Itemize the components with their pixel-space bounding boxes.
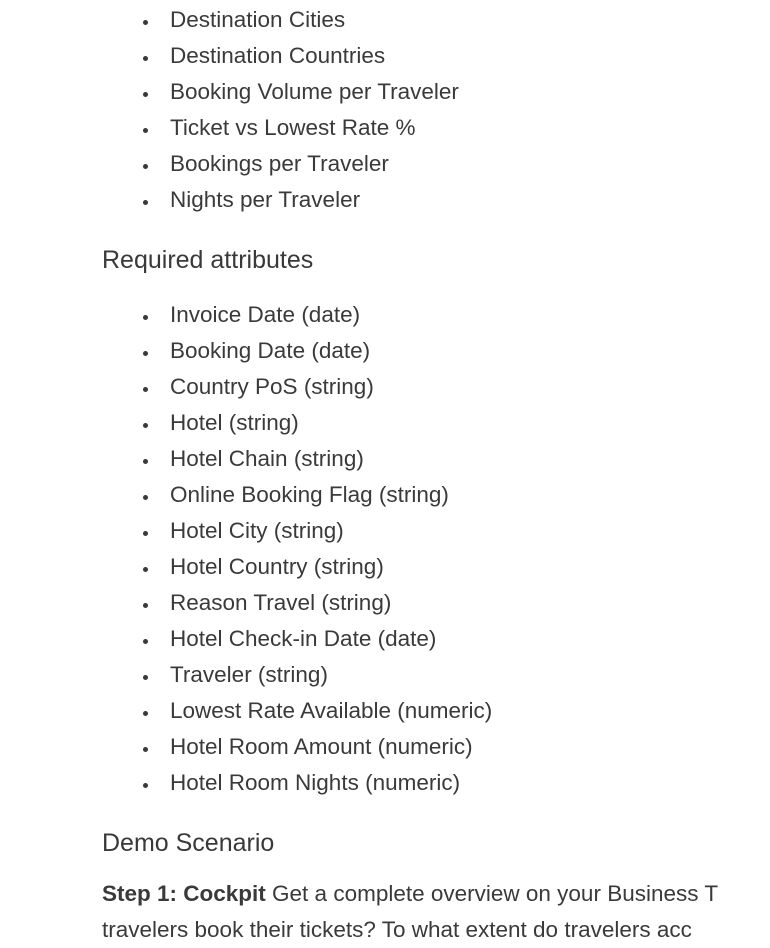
- step1-text-line1: Get a complete overview on your Business…: [266, 881, 718, 906]
- list-item: Hotel Room Nights (numeric): [160, 765, 770, 801]
- list-item: Hotel Country (string): [160, 549, 770, 585]
- required-attributes-list: Invoice Date (date) Booking Date (date) …: [102, 297, 770, 801]
- list-item: Online Booking Flag (string): [160, 477, 770, 513]
- list-item: Hotel (string): [160, 405, 770, 441]
- demo-scenario-heading: Demo Scenario: [102, 829, 770, 858]
- list-item: Hotel Room Amount (numeric): [160, 729, 770, 765]
- step1-text-line2: travelers book their tickets? To what ex…: [102, 917, 692, 942]
- list-item: Booking Date (date): [160, 333, 770, 369]
- list-item: Booking Volume per Traveler: [160, 74, 770, 110]
- document-content: Destination Cities Destination Countries…: [0, 0, 770, 948]
- first-list: Destination Cities Destination Countries…: [102, 2, 770, 218]
- required-attributes-heading: Required attributes: [102, 246, 770, 275]
- list-item: Invoice Date (date): [160, 297, 770, 333]
- list-item: Destination Cities: [160, 2, 770, 38]
- list-item: Hotel Check-in Date (date): [160, 621, 770, 657]
- list-item: Hotel Chain (string): [160, 441, 770, 477]
- list-item: Ticket vs Lowest Rate %: [160, 110, 770, 146]
- list-item: Traveler (string): [160, 657, 770, 693]
- list-item: Bookings per Traveler: [160, 146, 770, 182]
- list-item: Lowest Rate Available (numeric): [160, 693, 770, 729]
- list-item: Reason Travel (string): [160, 585, 770, 621]
- list-item: Destination Countries: [160, 38, 770, 74]
- list-item: Country PoS (string): [160, 369, 770, 405]
- list-item: Nights per Traveler: [160, 182, 770, 218]
- step1-paragraph: Step 1: Cockpit Get a complete overview …: [102, 876, 770, 948]
- step1-label: Step 1: Cockpit: [102, 881, 266, 906]
- list-item: Hotel City (string): [160, 513, 770, 549]
